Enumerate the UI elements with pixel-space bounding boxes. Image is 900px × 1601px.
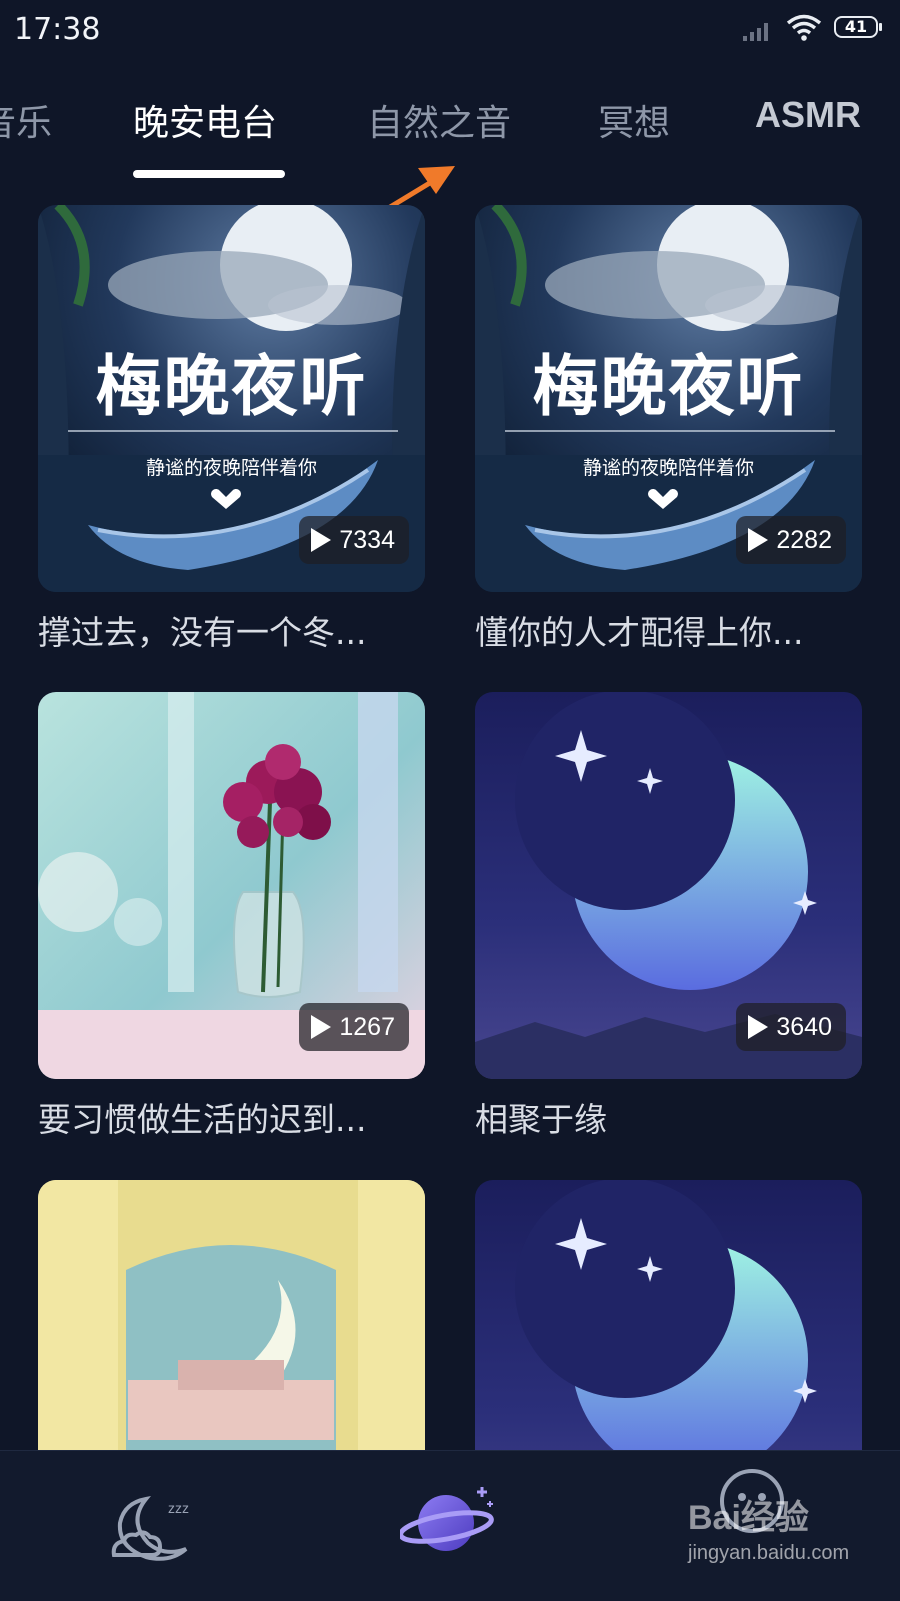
watermark-logo: Bai经验 (688, 1499, 809, 1537)
play-count: 3640 (776, 1012, 832, 1041)
play-icon (748, 528, 769, 552)
wifi-icon (786, 14, 822, 46)
tab-nature-sounds[interactable]: 自然之音 (367, 94, 511, 146)
radio-card[interactable]: 梅晚夜听 静谧的夜晚陪伴着你 7334 撑过去，没有一个冬... (38, 205, 425, 654)
nav-discover[interactable] (398, 1479, 500, 1567)
thumb-title: 梅晚夜听 (95, 348, 368, 425)
active-tab-indicator (133, 170, 285, 178)
tab-goodnight-radio[interactable]: 晚安电台 (133, 94, 277, 146)
battery-icon: 41 (834, 16, 884, 40)
radio-card[interactable]: 3640 相聚于缘 (475, 692, 862, 1141)
thumb-subtitle: 静谧的夜晚陪伴着你 (145, 457, 317, 479)
play-count: 2282 (776, 525, 832, 554)
tab-music[interactable]: 音乐 (0, 94, 52, 146)
play-count-badge: 7334 (299, 516, 409, 564)
play-count-badge: 1267 (299, 1003, 409, 1051)
status-time: 17:38 (14, 12, 101, 47)
card-title: 相聚于缘 (475, 1100, 607, 1139)
card-title: 要习惯做生活的迟到... (38, 1100, 367, 1139)
flower-vase-image: 1267 (38, 692, 425, 1079)
play-count: 7334 (339, 525, 395, 554)
signal-icon (742, 18, 774, 46)
play-icon (748, 1015, 769, 1039)
play-icon (311, 1015, 332, 1039)
status-bar: 17:38 41 (0, 0, 900, 64)
sleep-moon-icon: zzz (111, 1496, 189, 1561)
thumb-title: 梅晚夜听 (532, 348, 805, 425)
svg-text:zzz: zzz (168, 1500, 189, 1516)
night-lake-boat-image: 梅晚夜听 静谧的夜晚陪伴着你 2282 (475, 205, 862, 592)
radio-card[interactable]: 梅晚夜听 静谧的夜晚陪伴着你 2282 懂你的人才配得上你... (475, 205, 862, 654)
play-count: 1267 (339, 1012, 395, 1041)
play-count-badge: 3640 (736, 1003, 846, 1051)
watermark-url: jingyan.baidu.com (688, 1542, 850, 1564)
card-title: 撑过去，没有一个冬... (38, 613, 367, 652)
thumb-subtitle: 静谧的夜晚陪伴着你 (582, 457, 754, 479)
card-title: 懂你的人才配得上你... (475, 613, 804, 652)
battery-level: 41 (844, 17, 868, 36)
baidu-watermark: Bai经验 jingyan.baidu.com (688, 1490, 888, 1590)
tab-meditation[interactable]: 冥想 (598, 94, 670, 146)
nav-sleep[interactable]: zzz (108, 1491, 198, 1567)
play-icon (311, 528, 332, 552)
crescent-moon-image: 3640 (475, 692, 862, 1079)
tab-asmr[interactable]: ASMR (755, 94, 861, 136)
planet-icon (398, 1487, 494, 1551)
play-count-badge: 2282 (736, 516, 846, 564)
night-lake-boat-image: 梅晚夜听 静谧的夜晚陪伴着你 7334 (38, 205, 425, 592)
radio-card[interactable]: 1267 要习惯做生活的迟到... (38, 692, 425, 1141)
